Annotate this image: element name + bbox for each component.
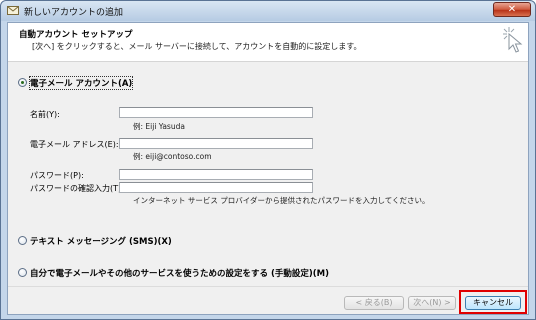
radio-manual-setup[interactable] <box>18 268 27 277</box>
password-confirm-input[interactable] <box>119 182 313 193</box>
email-label: 電子メール アドレス(E): <box>30 140 119 149</box>
title-bar[interactable]: 新しいアカウントの追加 ✕ <box>1 1 535 21</box>
footer-divider <box>8 286 528 287</box>
name-label: 名前(Y): <box>30 110 60 119</box>
manual-setup-option-label[interactable]: 自分で電子メールやその他のサービスを使うための設定をする (手動設定)(M) <box>30 267 329 279</box>
email-example: 例: eiji@contoso.com <box>133 152 212 161</box>
window-title: 新しいアカウントの追加 <box>24 8 124 18</box>
radio-sms[interactable] <box>18 236 27 245</box>
close-icon: ✕ <box>507 4 517 15</box>
email-input[interactable] <box>119 138 313 149</box>
close-button[interactable]: ✕ <box>493 2 531 17</box>
wizard-header: 自動アカウント セットアップ [次へ] をクリックすると、メール サーバーに接続… <box>8 23 528 62</box>
password-confirm-label: パスワードの確認入力(T): <box>30 184 124 193</box>
next-button[interactable]: 次へ(N) > <box>408 296 456 310</box>
name-example: 例: Eiji Yasuda <box>133 122 185 131</box>
sms-option-label[interactable]: テキスト メッセージング (SMS)(X) <box>30 235 172 247</box>
page-title: 自動アカウント セットアップ <box>19 30 133 40</box>
password-hint: インターネット サービス プロバイダーから提供されたパスワードを入力してください… <box>133 196 430 205</box>
outlook-account-icon <box>7 6 19 15</box>
auto-setup-cursor-icon <box>503 27 523 53</box>
dialog-window: 新しいアカウントの追加 ✕ 自動アカウント セットアップ [次へ] をクリックす… <box>0 0 536 320</box>
password-label: パスワード(P): <box>30 171 84 180</box>
back-button[interactable]: < 戻る(B) <box>344 296 404 310</box>
cancel-highlight-box <box>459 290 527 314</box>
password-input[interactable] <box>119 169 313 180</box>
dialog-client-area: 自動アカウント セットアップ [次へ] をクリックすると、メール サーバーに接続… <box>7 22 529 315</box>
name-input[interactable] <box>119 107 313 118</box>
email-account-option-label[interactable]: 電子メール アカウント(A) <box>28 76 134 90</box>
page-description: [次へ] をクリックすると、メール サーバーに接続して、アカウントを自動的に設定… <box>32 42 362 51</box>
radio-email-account[interactable] <box>18 78 27 87</box>
